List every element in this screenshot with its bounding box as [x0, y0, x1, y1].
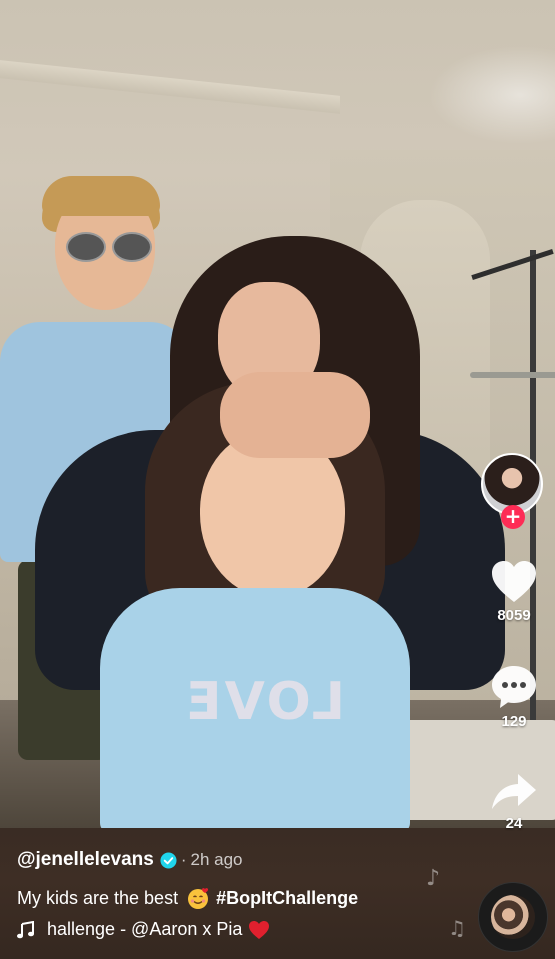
mother-hand	[220, 372, 370, 458]
shirt-print: LOVE	[183, 672, 345, 732]
hashtag-link[interactable]: #BopItChallenge	[216, 888, 358, 909]
music-ticker[interactable]: hallenge - @Aaron x Pia	[17, 919, 317, 940]
video-post-screen: LOVE + 8059 129 24 @jenellelevans · 2h a…	[0, 0, 555, 959]
share-arrow-icon[interactable]	[490, 772, 538, 812]
creator-avatar-button[interactable]: +	[481, 453, 543, 529]
floating-note-icon: ♫	[448, 916, 466, 940]
author-row: @jenellelevans · 2h ago	[17, 848, 243, 872]
share-button[interactable]: 24	[478, 772, 550, 832]
time-separator: ·	[180, 850, 187, 869]
video-frame[interactable]: LOVE	[0, 0, 555, 959]
comment-bubble-icon[interactable]	[490, 664, 538, 710]
like-count: 8059	[497, 607, 531, 624]
cymbal	[470, 372, 555, 378]
boy-hair-top	[42, 176, 160, 216]
like-button[interactable]: 8059	[478, 560, 550, 624]
music-note-icon	[17, 920, 34, 938]
smiling-face-with-hearts-icon	[188, 888, 209, 909]
post-description: My kids are the best #BopItChallenge	[17, 886, 358, 910]
follow-button[interactable]: +	[501, 505, 525, 529]
comment-count: 129	[501, 713, 527, 730]
sunglasses	[66, 232, 152, 262]
comment-button[interactable]: 129	[478, 664, 550, 730]
floating-note-icon: ♪	[426, 866, 441, 891]
music-cover	[491, 895, 535, 939]
share-count: 24	[505, 815, 523, 832]
verified-check-icon	[160, 851, 177, 869]
description-text: My kids are the best	[17, 887, 179, 908]
heart-icon[interactable]	[490, 560, 538, 604]
music-title: hallenge - @Aaron x Pia	[47, 919, 243, 939]
red-heart-icon	[249, 920, 270, 939]
username-link[interactable]: @jenellelevans	[17, 849, 154, 871]
post-time: 2h ago	[190, 850, 243, 869]
ceiling-trim	[0, 60, 340, 114]
music-disc-button[interactable]	[478, 882, 548, 952]
